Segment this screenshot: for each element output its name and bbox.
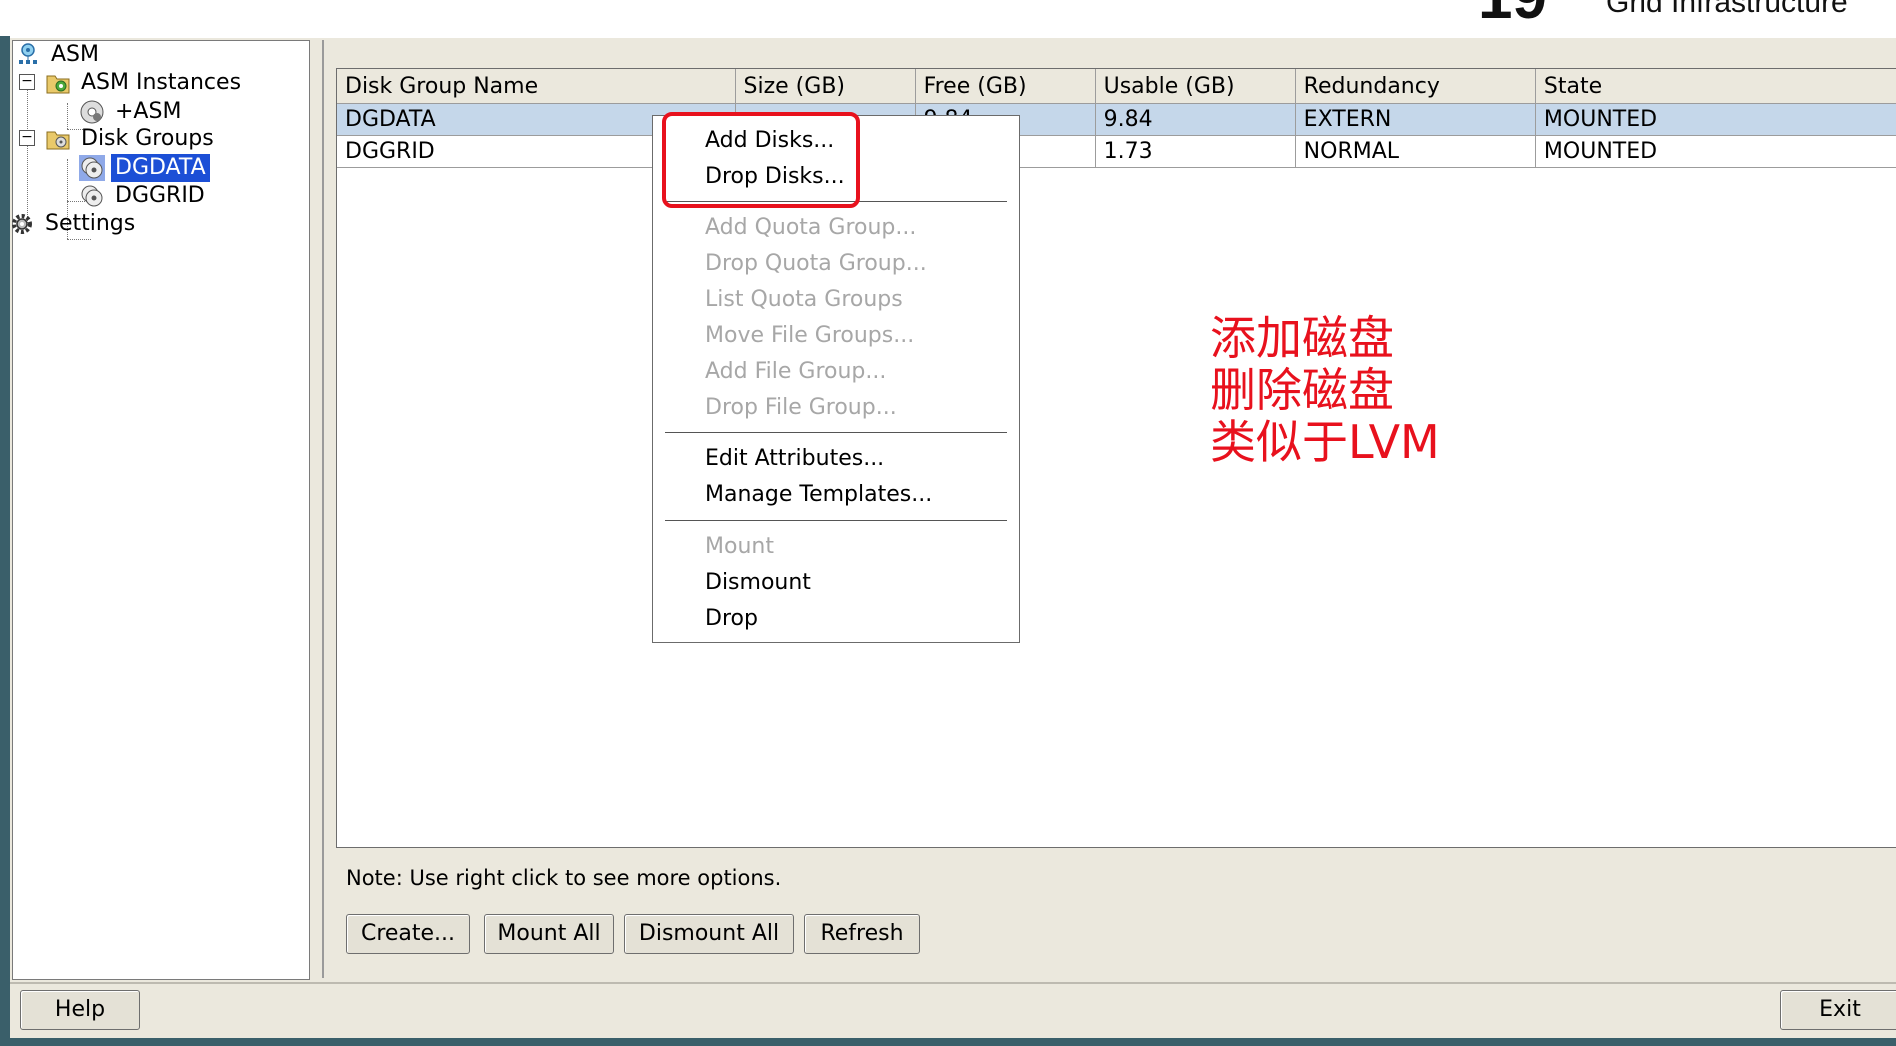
column-header-redundancy[interactable]: Redundancy [1295, 69, 1536, 104]
tree-label-asm-instances: ASM Instances [81, 70, 242, 95]
instance-disk-icon [79, 99, 105, 125]
menu-item-drop-quota-group[interactable]: Drop Quota Group... [705, 249, 927, 279]
tree-item-asm-instances[interactable]: ASM Instances [45, 69, 245, 97]
tree-item-settings[interactable]: Settings [9, 210, 139, 238]
brand-version: 19 [1478, 0, 1547, 33]
tree-label-plus-asm: +ASM [115, 99, 182, 124]
table-row[interactable]: DGGRID 1.73 NORMAL MOUNTED [337, 135, 1896, 168]
tree-item-dgdata[interactable]: DGDATA [79, 154, 210, 182]
tree-item-asm[interactable]: ASM [15, 41, 103, 69]
folder-gear-icon [45, 70, 71, 96]
cell-redundancy: NORMAL [1295, 135, 1536, 168]
tree-label-disk-groups: Disk Groups [81, 126, 214, 151]
gear-icon [9, 211, 35, 237]
menu-item-drop-file-group[interactable]: Drop File Group... [705, 393, 897, 423]
annotation-text: 添加磁盘 删除磁盘 类似于LVM [1210, 312, 1440, 468]
refresh-button[interactable]: Refresh [804, 914, 920, 954]
annotation-line-3: 类似于LVM [1210, 415, 1440, 469]
tree-connector [67, 239, 91, 240]
menu-separator [665, 432, 1007, 433]
collapse-instances-toggle[interactable]: − [19, 74, 35, 90]
column-header-usable[interactable]: Usable (GB) [1095, 69, 1296, 104]
footer-divider [10, 982, 1896, 984]
column-header-state[interactable]: State [1535, 69, 1896, 104]
desktop-edge [0, 0, 10, 1046]
menu-separator [665, 520, 1007, 521]
column-header-name[interactable]: Disk Group Name [337, 69, 736, 104]
help-button[interactable]: Help [20, 990, 140, 1030]
disk-group-icon [79, 155, 105, 181]
exit-button[interactable]: Exit [1780, 990, 1896, 1030]
folder-disk-icon [45, 126, 71, 152]
tree-label-dggrid: DGGRID [115, 183, 205, 208]
menu-item-dismount[interactable]: Dismount [705, 568, 811, 598]
menu-item-drop[interactable]: Drop [705, 604, 758, 634]
brand-title: Grid Infrastructure [1606, 0, 1848, 19]
tree-label-asm: ASM [51, 42, 99, 67]
mount-all-button[interactable]: Mount All [484, 914, 614, 954]
panel-divider[interactable] [322, 40, 324, 978]
menu-item-add-file-group[interactable]: Add File Group... [705, 357, 886, 387]
cell-usable: 9.84 [1095, 103, 1296, 136]
column-header-size[interactable]: Size (GB) [735, 69, 916, 104]
tree-item-plus-asm[interactable]: +ASM [79, 98, 185, 126]
navigation-tree: ASM − ASM Instances +ASM − Disk Groups D… [12, 40, 310, 980]
tree-label-dgdata: DGDATA [111, 154, 210, 182]
annotation-highlight-box [662, 112, 860, 208]
dismount-all-button[interactable]: Dismount All [624, 914, 794, 954]
menu-item-mount[interactable]: Mount [705, 532, 774, 562]
disk-group-table: Disk Group Name Size (GB) Free (GB) Usab… [336, 68, 1896, 848]
menu-item-add-quota-group[interactable]: Add Quota Group... [705, 213, 916, 243]
desktop-bottom-edge [0, 1038, 1896, 1046]
tree-item-dggrid[interactable]: DGGRID [79, 182, 209, 210]
asm-icon [15, 42, 41, 68]
menu-item-manage-templates[interactable]: Manage Templates... [705, 480, 932, 510]
table-row[interactable]: DGDATA 9.84 9.84 EXTERN MOUNTED [337, 103, 1896, 136]
disk-group-grid: Disk Group Name Size (GB) Free (GB) Usab… [337, 69, 1896, 168]
menu-item-move-file-groups[interactable]: Move File Groups... [705, 321, 914, 351]
right-click-note: Note: Use right click to see more option… [346, 866, 782, 890]
table-header-row: Disk Group Name Size (GB) Free (GB) Usab… [337, 69, 1896, 104]
tree-connector [27, 77, 28, 225]
annotation-line-1: 添加磁盘 [1210, 311, 1394, 365]
menu-item-edit-attributes[interactable]: Edit Attributes... [705, 444, 884, 474]
cell-redundancy: EXTERN [1295, 103, 1536, 136]
menu-item-list-quota-groups[interactable]: List Quota Groups [705, 285, 903, 315]
tree-item-disk-groups[interactable]: Disk Groups [45, 125, 218, 153]
annotation-line-2: 删除磁盘 [1210, 363, 1394, 417]
tree-label-settings: Settings [45, 211, 136, 236]
cell-state: MOUNTED [1535, 135, 1896, 168]
cell-usable: 1.73 [1095, 135, 1296, 168]
collapse-disk-groups-toggle[interactable]: − [19, 130, 35, 146]
disk-group-icon [79, 183, 105, 209]
column-header-free[interactable]: Free (GB) [915, 69, 1096, 104]
create-button[interactable]: Create... [346, 914, 470, 954]
cell-state: MOUNTED [1535, 103, 1896, 136]
